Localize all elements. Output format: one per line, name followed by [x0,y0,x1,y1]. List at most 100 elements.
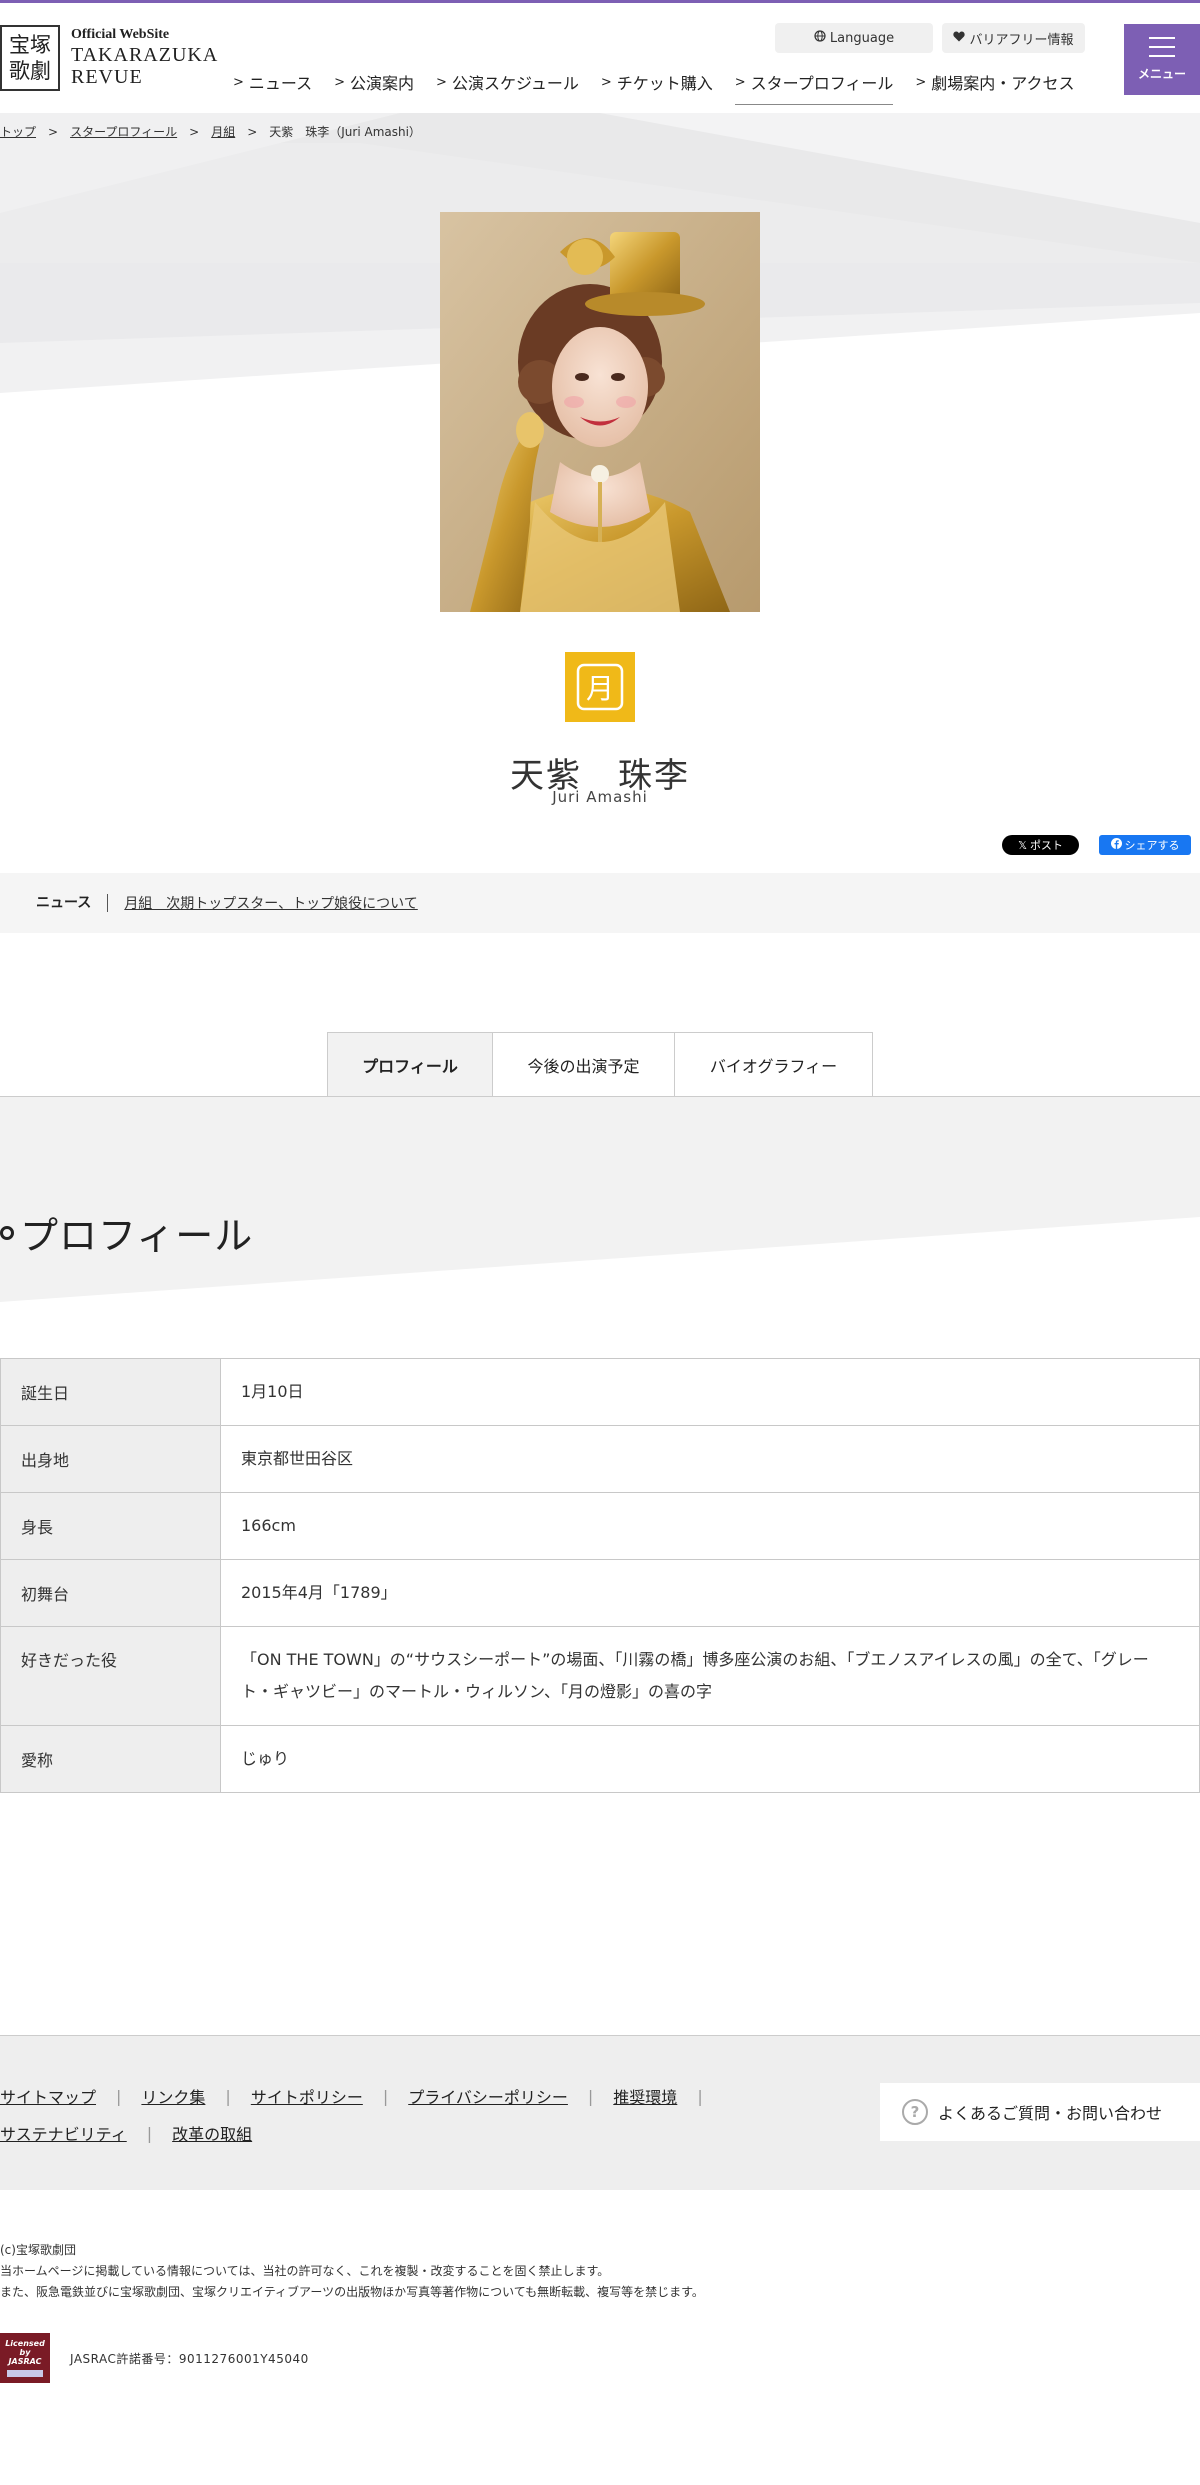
chevron-right-icon: > [734,74,746,90]
question-icon: ? [902,2099,928,2125]
nav-label: チケット購入 [616,74,713,93]
breadcrumb-separator: > [189,124,200,139]
breadcrumb-link-troupe[interactable]: 月組 [211,123,235,140]
logo-kanji: 宝塚歌劇 [9,33,51,83]
share-facebook-button[interactable]: シェアする [1099,835,1191,855]
language-label: Language [829,30,895,46]
tab-profile[interactable]: プロフィール [327,1032,493,1096]
copyright-block: (c)宝塚歌劇団 当ホームページに掲載している情報については、当社の許可なく、こ… [0,2240,704,2303]
barrier-free-button[interactable]: バリアフリー情報 [942,23,1085,53]
bullet-circle-icon [0,1225,14,1240]
row-key: 出身地 [0,1425,221,1493]
copyright-notice-1: 当ホームページに掲載している情報については、当社の許可なく、これを複製・改変する… [0,2264,610,2278]
nav-label: ニュース [248,74,313,93]
footer-link-privacy-policy[interactable]: プライバシーポリシー [408,2084,568,2108]
logo-name-line1: TAKARAZUKA [71,44,219,66]
faq-label: よくあるご質問・お問い合わせ [938,2104,1163,2123]
share-x-button[interactable]: 𝕏 ポスト [1002,835,1079,855]
nav-schedule[interactable]: > 公演スケジュール [436,67,579,97]
troupe-badge: 月 [565,652,635,722]
row-key: 好きだった役 [0,1626,221,1726]
language-button[interactable]: Language [775,23,933,53]
logo-text[interactable]: Official WebSite TAKARAZUKA REVUE [71,26,218,88]
menu-button[interactable]: メニュー [1124,24,1200,95]
footer-link-recommended-env[interactable]: 推奨環境 [613,2084,677,2108]
svg-text:月: 月 [586,672,614,705]
footer-link-sitemap[interactable]: サイトマップ [0,2084,96,2108]
tab-label: プロフィール [362,1056,458,1076]
globe-icon [814,30,826,46]
chevron-right-icon: > [233,74,244,90]
nav-theater-access[interactable]: > 劇場案内・アクセス [915,67,1074,97]
nav-label: スタープロフィール [750,74,894,93]
copyright: (c)宝塚歌劇団 [0,2243,76,2257]
footer-links-row2: サステナビリティ | 改革の取組 [0,2121,252,2145]
chevron-right-icon: > [334,74,346,90]
nav-label: 公演スケジュール [451,74,579,93]
moon-troupe-icon: 月 [576,663,624,711]
nav-performances[interactable]: > 公演案内 [334,67,414,97]
star-name-roman: Juri Amashi [552,788,648,806]
site-logo[interactable]: 宝塚歌劇 [0,25,60,91]
breadcrumb-separator: > [247,124,258,139]
global-nav: > ニュース > 公演案内 > 公演スケジュール > チケット購入 > スタープロフィール… [233,67,1097,105]
breadcrumb-link-star-profile[interactable]: スタープロフィール [70,123,177,140]
table-row: 誕生日 1月10日 [0,1358,1200,1426]
menu-label: メニュー [1137,67,1186,81]
footer-separator: | [116,2086,122,2106]
logo-official: Official WebSite [71,27,170,42]
nav-news[interactable]: > ニュース [233,67,312,97]
profile-section-title: プロフィール [0,1205,253,1260]
nav-label: 公演案内 [350,74,415,93]
tab-label: バイオグラフィー [709,1056,838,1076]
tab-upcoming-performances[interactable]: 今後の出演予定 [492,1032,675,1096]
table-row: 初舞台 2015年4月「1789」 [0,1559,1200,1627]
footer-link-sustainability[interactable]: サステナビリティ [0,2121,127,2145]
faq-contact-button[interactable]: ? よくあるご質問・お問い合わせ [880,2083,1200,2141]
footer-separator: | [225,2086,231,2106]
x-logo-icon: 𝕏 [1018,838,1027,852]
news-strip: ニュース 月組 次期トップスター、トップ娘役について [0,873,1200,933]
nav-label: 劇場案内・アクセス [931,74,1075,93]
news-link[interactable]: 月組 次期トップスター、トップ娘役について [124,893,417,913]
share-facebook-label: シェアする [1124,839,1180,852]
row-key: 身長 [0,1492,221,1560]
table-row: 愛称 じゅり [0,1725,1200,1793]
footer-separator: | [146,2123,153,2143]
footer-separator: | [697,2086,703,2106]
nav-star-profile[interactable]: > スタープロフィール [734,67,894,105]
table-row: 好きだった役 「ON THE TOWN」の“サウスシーポート”の場面、「川霧の橋… [0,1626,1200,1726]
row-value: 「ON THE TOWN」の“サウスシーポート”の場面、「川霧の橋」博多座公演の… [220,1626,1200,1726]
footer-link-reform[interactable]: 改革の取組 [172,2121,252,2145]
row-key: 初舞台 [0,1559,221,1627]
tab-biography[interactable]: バイオグラフィー [674,1032,873,1096]
nav-tickets[interactable]: > チケット購入 [601,67,713,97]
share-x-label: ポスト [1029,839,1063,852]
footer-link-links[interactable]: リンク集 [141,2084,205,2108]
breadcrumb-separator: > [48,124,59,139]
barrier-free-label: バリアフリー情報 [969,32,1074,48]
breadcrumb-current: 天紫 珠李（Juri Amashi） [269,125,421,139]
profile-tabs: プロフィール 今後の出演予定 バイオグラフィー [327,1032,873,1096]
copyright-notice-2: また、阪急電鉄並びに宝塚歌劇団、宝塚クリエイティブアーツの出版物ほか写真等著作物… [0,2285,704,2299]
footer-link-site-policy[interactable]: サイトポリシー [251,2084,363,2108]
chevron-right-icon: > [915,74,927,90]
logo-name-line2: REVUE [71,66,143,88]
heart-icon [953,31,966,46]
row-value: 166cm [220,1492,1200,1560]
facebook-icon [1110,838,1122,852]
breadcrumb-link-top[interactable]: トップ [0,123,36,140]
row-value: 2015年4月「1789」 [220,1559,1200,1627]
row-key: 愛称 [0,1725,221,1793]
footer-separator: | [382,2086,389,2106]
hamburger-icon [1149,37,1175,57]
row-value: 東京都世田谷区 [220,1425,1200,1493]
news-label: ニュース [36,894,109,912]
profile-title: プロフィール [20,1214,254,1258]
table-row: 出身地 東京都世田谷区 [0,1425,1200,1493]
chevron-right-icon: > [600,74,612,90]
profile-table: 誕生日 1月10日 出身地 東京都世田谷区 身長 166cm 初舞台 2015年… [0,1358,1200,1793]
jasrac-number: JASRAC許諾番号：9011276001Y45040 [70,2352,309,2366]
table-row: 身長 166cm [0,1492,1200,1560]
row-value: じゅり [220,1725,1200,1793]
